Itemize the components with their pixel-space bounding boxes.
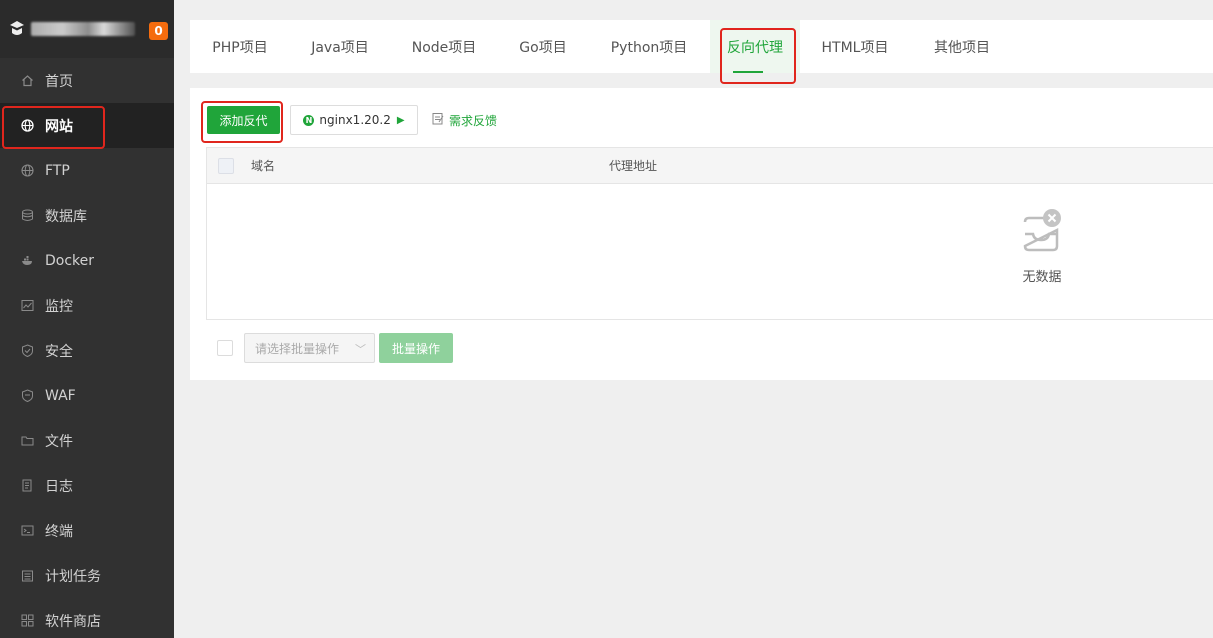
sidebar-item-logs[interactable]: 日志 [0,463,174,508]
sidebar-item-label: FTP [45,162,70,179]
tab-java[interactable]: Java项目 [290,20,390,73]
calendar-icon [20,569,34,583]
batch-operation-button[interactable]: 批量操作 [379,333,453,363]
sidebar-item-label: 终端 [45,523,73,540]
empty-state: 无数据 [1002,208,1082,285]
batch-operation-select[interactable]: 请选择批量操作 ﹀ [244,333,375,363]
batch-select-checkbox[interactable] [217,340,233,356]
sidebar-item-label: 计划任务 [45,568,101,585]
active-tab-underline [733,71,763,73]
sidebar-item-docker[interactable]: Docker [0,238,174,283]
brand-name-redacted [31,22,135,36]
apps-icon [20,614,34,628]
no-data-icon [1021,209,1063,258]
column-header-proxy-address: 代理地址 [609,159,658,173]
docker-icon [20,254,34,268]
sidebar-item-label: WAF [45,387,76,404]
globe-icon [20,119,34,133]
brand-header: 0 [0,0,174,58]
tab-python[interactable]: Python项目 [588,20,710,73]
home-icon [20,74,34,88]
tab-php[interactable]: PHP项目 [190,20,290,73]
database-icon [20,209,34,223]
sidebar-item-database[interactable]: 数据库 [0,193,174,238]
sidebar-item-label: 日志 [45,478,73,495]
project-tabs: PHP项目 Java项目 Node项目 Go项目 Python项目 反向代理 H… [190,20,1213,73]
sidebar-item-label: 安全 [45,343,73,360]
sidebar: 0 首页 网站 FTP 数据库 Docker 监控 安全 WAF 文件 日志 终… [0,0,174,638]
sidebar-item-label: 监控 [45,298,73,315]
monitor-icon [20,299,34,313]
sidebar-item-label: 软件商店 [45,613,101,630]
feedback-label: 需求反馈 [449,114,498,128]
empty-state-text: 无数据 [1022,270,1062,285]
nginx-icon: N [303,114,315,126]
sidebar-item-label: 网站 [45,118,73,135]
play-icon: ▶ [396,114,405,126]
nginx-version-button[interactable]: N nginx1.20.2 ▶ [290,105,418,135]
ftp-globe-icon [20,164,34,178]
column-header-domain: 域名 [251,159,276,173]
terminal-icon [20,524,34,538]
sidebar-item-label: 数据库 [45,208,87,225]
reverse-proxy-panel: 添加反代 N nginx1.20.2 ▶ 需求反馈 域名 代理地址 无数据 请选… [190,88,1213,380]
sidebar-item-cron[interactable]: 计划任务 [0,553,174,598]
sidebar-item-security[interactable]: 安全 [0,328,174,373]
tab-other[interactable]: 其他项目 [910,20,1014,73]
tab-html[interactable]: HTML项目 [800,20,910,73]
sidebar-item-files[interactable]: 文件 [0,418,174,463]
log-icon [20,479,34,493]
sidebar-item-label: 文件 [45,433,73,450]
waf-shield-icon [20,389,34,403]
notification-badge[interactable]: 0 [149,22,168,40]
proxy-table: 域名 代理地址 无数据 [206,147,1213,320]
sidebar-item-label: Docker [45,252,95,269]
batch-select-placeholder: 请选择批量操作 [255,341,340,356]
sidebar-item-waf[interactable]: WAF [0,373,174,418]
tab-node[interactable]: Node项目 [390,20,498,73]
sidebar-item-label: 首页 [45,73,73,90]
select-all-checkbox[interactable] [218,157,234,174]
logo-icon [9,20,25,38]
sidebar-item-monitor[interactable]: 监控 [0,283,174,328]
folder-icon [20,434,34,448]
feedback-link[interactable]: 需求反馈 [432,112,497,129]
tab-reverse-proxy[interactable]: 反向代理 [710,20,800,73]
sidebar-item-home[interactable]: 首页 [0,58,174,103]
sidebar-item-terminal[interactable]: 终端 [0,508,174,553]
chevron-down-icon: ﹀ [355,343,366,356]
sidebar-item-ftp[interactable]: FTP [0,148,174,193]
tab-go[interactable]: Go项目 [498,20,588,73]
add-reverse-proxy-button[interactable]: 添加反代 [207,106,280,134]
edit-note-icon [432,112,444,129]
nginx-version-label: nginx1.20.2 [319,113,391,127]
sidebar-item-appstore[interactable]: 软件商店 [0,598,174,638]
sidebar-item-website[interactable]: 网站 [0,103,174,148]
table-header: 域名 代理地址 [207,148,1213,184]
shield-icon [20,344,34,358]
